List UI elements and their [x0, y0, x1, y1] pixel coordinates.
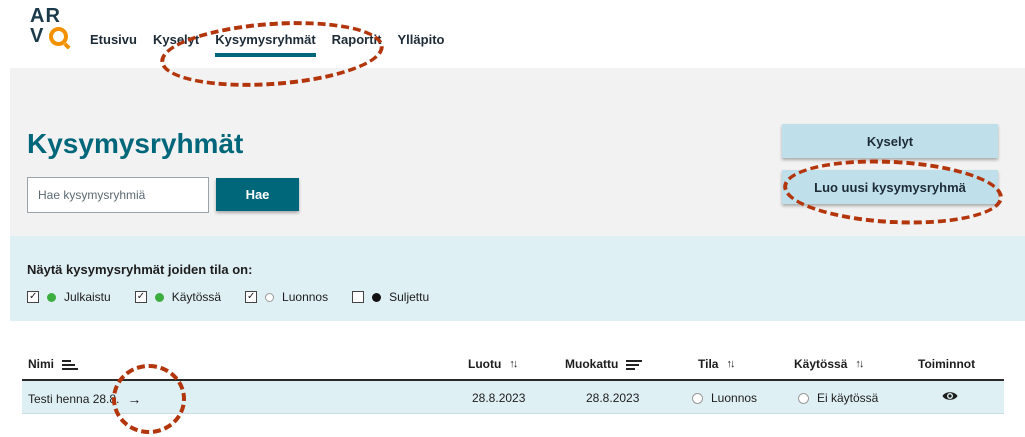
table-row[interactable]: Testi henna 28.8. → 28.8.2023 28.8.2023 …: [22, 381, 1004, 414]
row-inuse: Ei käytössä: [817, 391, 879, 405]
column-name-label: Nimi: [28, 357, 55, 371]
filter-option-label: Suljettu: [389, 290, 430, 304]
column-state-header[interactable]: Tila ↑↓: [698, 357, 735, 371]
sort-updown-icon: ↑↓: [726, 358, 735, 370]
search-button[interactable]: Hae: [216, 178, 299, 211]
column-inuse-label: Käytössä: [794, 357, 848, 371]
nav-item-yllapito[interactable]: Ylläpito: [398, 32, 445, 57]
state-radio-icon: [692, 392, 703, 404]
column-state-label: Tila: [698, 357, 719, 371]
kyselyt-button[interactable]: Kyselyt: [782, 124, 998, 158]
checkbox-luonnos[interactable]: [245, 291, 258, 303]
column-actions-label: Toiminnot: [918, 357, 976, 371]
page: AR V Etusivu Kyselyt Kysymysryhmät Rapor…: [0, 0, 1025, 437]
column-name-header[interactable]: Nimi: [28, 357, 79, 371]
nav-item-kyselyt[interactable]: Kyselyt: [153, 32, 199, 57]
filter-option-label: Julkaistu: [64, 290, 111, 304]
status-dot-icon: [265, 292, 275, 302]
column-modified-header[interactable]: Muokattu: [565, 357, 643, 371]
row-inuse-cell: Ei käytössä: [798, 391, 878, 405]
filter-option-label: Käytössä: [171, 290, 222, 304]
row-created: 28.8.2023: [472, 391, 526, 405]
column-inuse-header[interactable]: Käytössä ↑↓: [794, 357, 864, 371]
logo-text-bottom: V: [30, 25, 44, 47]
arrow-right-icon[interactable]: →: [127, 391, 141, 407]
filter-option-label: Luonnos: [282, 290, 329, 304]
checkbox-julkaistu[interactable]: [27, 291, 39, 303]
filter-panel: [10, 236, 1025, 321]
nav-item-etusivu[interactable]: Etusivu: [90, 32, 137, 57]
filter-options: Julkaistu Käytössä Luonnos Suljettu: [27, 290, 453, 304]
row-name[interactable]: Testi henna 28.8.: [28, 392, 119, 406]
column-created-label: Luotu: [468, 357, 502, 371]
column-actions-header: Toiminnot: [918, 357, 975, 371]
sort-lines-icon: [626, 359, 643, 370]
question-groups-table: Nimi Luotu ↑↓ Muokattu Tila ↑↓ Käytössä …: [22, 355, 1004, 414]
search-input[interactable]: [27, 177, 209, 213]
arvo-logo[interactable]: AR V: [30, 6, 74, 50]
status-dot-icon: [47, 292, 56, 302]
main-nav: Etusivu Kyselyt Kysymysryhmät Raportit Y…: [90, 32, 460, 57]
column-created-header[interactable]: Luotu ↑↓: [468, 357, 518, 371]
checkbox-kaytossa[interactable]: [134, 291, 147, 303]
inuse-radio-icon: [798, 392, 809, 404]
row-state: Luonnos: [711, 391, 758, 405]
status-dot-icon: [372, 292, 382, 302]
sort-lines-icon: [62, 359, 79, 370]
nav-item-raportit[interactable]: Raportit: [332, 32, 382, 57]
create-question-group-button[interactable]: Luo uusi kysymysryhmä: [782, 170, 998, 204]
filter-suljettu[interactable]: Suljettu: [352, 290, 429, 304]
sort-updown-icon: ↑↓: [509, 358, 518, 370]
status-dot-icon: [154, 292, 164, 302]
row-modified: 28.8.2023: [586, 391, 640, 405]
eye-icon[interactable]: [942, 390, 958, 402]
filter-kaytossa[interactable]: Käytössä: [134, 290, 222, 304]
filter-luonnos[interactable]: Luonnos: [245, 290, 328, 304]
sort-updown-icon: ↑↓: [855, 358, 864, 370]
page-title: Kysymysryhmät: [27, 128, 244, 159]
column-modified-label: Muokattu: [565, 357, 619, 371]
logo-text-top: AR: [30, 5, 61, 27]
row-state-cell: Luonnos: [692, 391, 757, 405]
filter-julkaistu[interactable]: Julkaistu: [27, 290, 111, 304]
nav-item-kysymysryhmat[interactable]: Kysymysryhmät: [215, 32, 316, 57]
row-name-cell[interactable]: Testi henna 28.8. →: [28, 391, 141, 407]
checkbox-suljettu[interactable]: [352, 291, 365, 303]
logo-ring-icon: [49, 27, 68, 46]
table-header: Nimi Luotu ↑↓ Muokattu Tila ↑↓ Käytössä …: [22, 355, 1004, 381]
filter-label: Näytä kysymysryhmät joiden tila on:: [27, 262, 253, 277]
